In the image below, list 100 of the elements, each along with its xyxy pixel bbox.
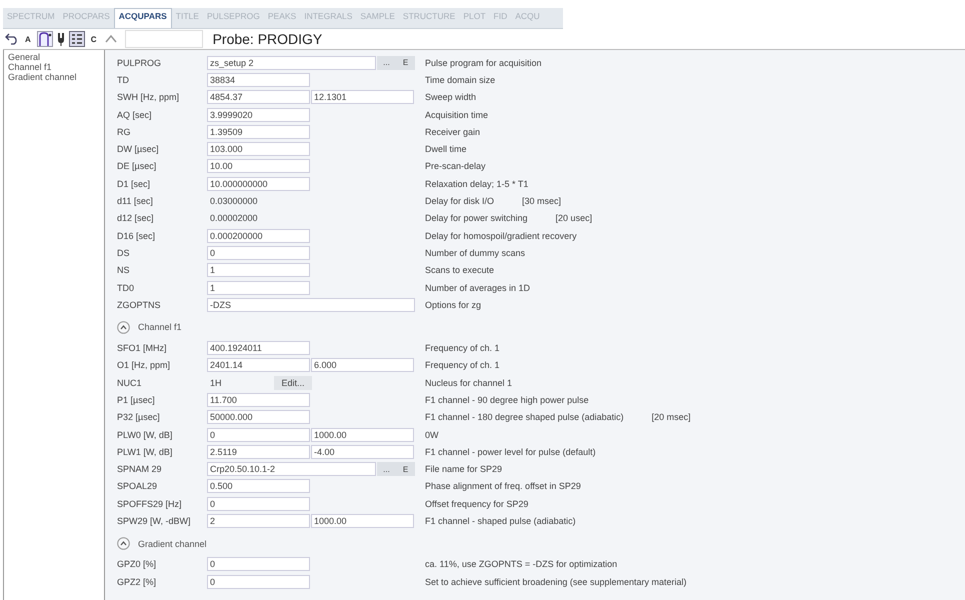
parameter-label: D16 [sec] (117, 230, 156, 241)
input-field[interactable]: 6.000 (311, 358, 414, 372)
parameter-label: P1 [µsec] (117, 394, 156, 405)
parameter-description: Phase alignment of freq. offset in SP29 (425, 481, 581, 492)
parameter-label: TD (117, 74, 130, 85)
input-field[interactable]: -4.00 (311, 444, 414, 459)
input-field[interactable]: 1 (207, 263, 310, 278)
parameter-description: Number of averages in 1D (425, 282, 530, 292)
input-field[interactable]: 3.9999020 (207, 108, 310, 122)
parameter-description: Frequency of ch. 1 (425, 360, 500, 370)
input-field[interactable]: 2.5119 (207, 444, 310, 459)
input-field[interactable]: 1000.00 (311, 514, 414, 528)
parameter-description: Time domain size (425, 74, 496, 85)
parameter-label: ZGOPTNS (117, 300, 162, 310)
pulse-icon[interactable] (36, 31, 53, 47)
input-field[interactable]: 0 (207, 574, 310, 589)
probe-label: Probe: PRODIGY (212, 31, 322, 47)
parameter-label: PULPROG (117, 58, 162, 68)
section-title: Channel f1 (138, 322, 182, 332)
parameter-description: ca. 11%, use ZGOPNTS = -DZS for optimization (425, 559, 618, 570)
collapse-icon[interactable] (117, 320, 130, 334)
parameter-description: Pulse program for acquisition (425, 58, 542, 68)
parameter-description: 0W (425, 430, 438, 440)
input-field[interactable]: 2401.14 (207, 358, 310, 372)
parameter-description: Set to achieve sufficient broadening (see supplementary material) (425, 576, 686, 587)
browse-button[interactable]: ... (377, 56, 396, 70)
parameter-label: DE [µsec] (117, 161, 158, 172)
input-field[interactable]: zs_setup 2 (207, 56, 376, 70)
input-field[interactable]: 0.500 (207, 479, 310, 494)
parameter-description: F1 channel - 180 degree shaped pulse (adiabatic) (425, 412, 624, 422)
parameter-description: File name for SP29 (425, 464, 502, 474)
edit-button[interactable]: E (396, 462, 415, 476)
parameter-label: AQ [sec] (117, 110, 153, 120)
parameter-label: NS (117, 265, 131, 276)
sidebar-item[interactable]: General (8, 52, 100, 62)
parameter-label: DW [µsec] (117, 144, 160, 154)
parameter-label: D1 [sec] (117, 178, 152, 189)
parameter-label: GPZ0 [%] (117, 559, 158, 570)
input-field[interactable]: Crp20.50.10.1-2 (207, 462, 376, 476)
input-field[interactable]: 0 (207, 428, 310, 442)
parameter-label: P32 [µsec] (117, 412, 161, 422)
input-field[interactable]: 10.000000000 (207, 176, 310, 191)
collapse-icon[interactable] (117, 537, 130, 550)
browse-button[interactable]: ... (377, 462, 396, 476)
input-field[interactable]: 0 (207, 246, 310, 260)
sidebar-item[interactable]: Gradient channel (8, 72, 100, 82)
parameter-description: Delay for power switching (425, 213, 528, 224)
input-field[interactable]: 38834 (207, 72, 310, 87)
parameter-description: Receiver gain (425, 126, 480, 137)
parameter-description: F1 channel - 90 degree high power pulse (425, 394, 589, 405)
input-field[interactable]: 2 (207, 514, 310, 528)
parameter-value: 0.00002000 (209, 213, 258, 224)
parameter-label: PLW0 [W, dB] (117, 430, 174, 440)
parameter-label: SPW29 [W, -dBW] (117, 516, 192, 526)
parameter-description: Dwell time (425, 144, 467, 154)
parameter-label: SFO1 [MHz] (117, 343, 168, 354)
input-field[interactable]: 103.000 (207, 142, 310, 156)
parameter-label: RG (117, 126, 132, 137)
edit-button[interactable]: Edit... (274, 376, 312, 390)
input-field[interactable]: 0 (207, 557, 310, 572)
parameter-description: Options for zg (425, 300, 482, 310)
parameter-description: Pre-scan-delay (425, 161, 486, 172)
parameter-description: Frequency of ch. 1 (425, 343, 500, 354)
parameter-description: F1 channel - shaped pulse (adiabatic) (425, 516, 576, 526)
input-field[interactable] (124, 30, 203, 48)
sidebar-item[interactable]: Channel f1 (8, 62, 100, 72)
parameter-description: Sweep width (425, 92, 476, 102)
input-field[interactable]: 0 (207, 496, 310, 511)
parameter-label: NUC1 (117, 378, 143, 388)
tab[interactable]: ACQUPARS (114, 8, 172, 28)
parameter-label: SPOAL29 (117, 481, 158, 492)
parameter-label: SWH [Hz, ppm] (117, 92, 180, 102)
parameter-value: 1H (209, 378, 223, 388)
parameter-value: 0.03000000 (209, 196, 258, 206)
probe-icon[interactable] (56, 32, 65, 46)
parameter-description: Delay for homospoil/gradient recovery (425, 230, 577, 241)
grid-icon[interactable] (68, 31, 85, 47)
parameter-label: GPZ2 [%] (117, 576, 158, 587)
parameter-description: Scans to execute (425, 265, 494, 276)
input-field[interactable]: 0.000200000 (207, 228, 310, 243)
input-field[interactable]: 11.700 (207, 392, 310, 407)
parameter-description: Acquisition time (425, 110, 488, 120)
toolbar-button[interactable]: C (88, 34, 99, 44)
input-field[interactable]: 1.39509 (207, 124, 310, 139)
input-field[interactable]: -DZS (207, 298, 415, 312)
parameter-description: Nucleus for channel 1 (425, 378, 512, 388)
parameter-description: Relaxation delay; 1-5 * T1 (425, 178, 528, 189)
input-field[interactable]: 12.1301 (311, 90, 414, 104)
parameter-description: Offset frequency for SP29 (425, 498, 528, 509)
input-field[interactable]: 50000.000 (207, 410, 310, 424)
toolbar-button[interactable]: A (23, 34, 33, 44)
input-field[interactable]: 4854.37 (207, 90, 310, 104)
input-field[interactable]: 1000.00 (311, 428, 414, 442)
undo-icon[interactable] (5, 33, 19, 45)
input-field[interactable]: 1 (207, 280, 310, 294)
input-field[interactable]: 10.00 (207, 159, 310, 174)
section-title: Gradient channel (138, 538, 207, 549)
input-field[interactable]: 400.1924011 (207, 341, 310, 356)
edit-button[interactable]: E (396, 56, 415, 70)
parameter-label: TD0 (117, 282, 136, 292)
